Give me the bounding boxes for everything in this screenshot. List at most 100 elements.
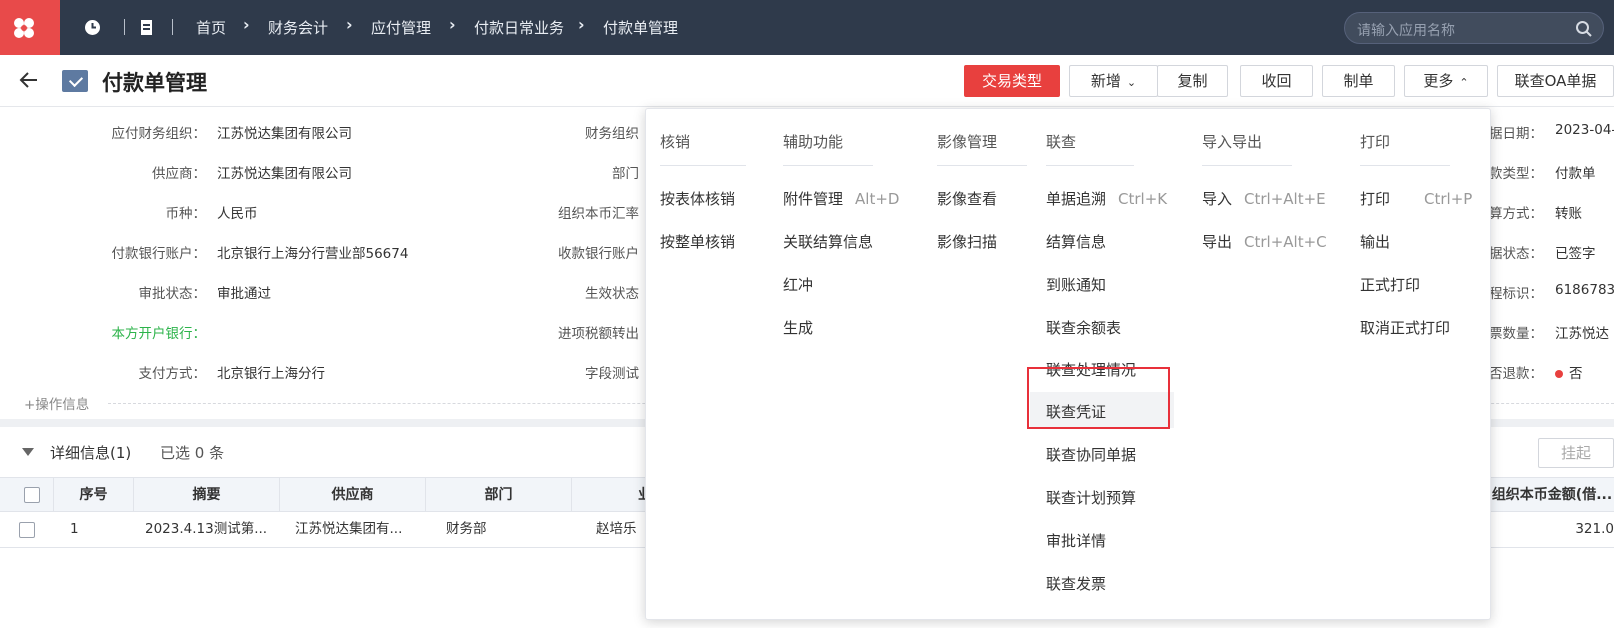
menu-item-label: 单据追溯 [1046, 190, 1107, 208]
row-person: 赵培乐 [596, 521, 637, 537]
breadcrumb-arrow-icon: › [449, 15, 456, 34]
menu-shortcut: Alt+D [855, 190, 900, 208]
search-icon[interactable] [1575, 20, 1593, 38]
detail-section-title[interactable]: 详细信息(1) [50, 442, 131, 463]
menu-item-cancel-formal-print[interactable]: 取消正式打印 [1360, 317, 1450, 338]
trade-type-button[interactable]: 交易类型 [964, 65, 1060, 97]
form-value[interactable]: 江苏悦达集团有限公司 [217, 122, 352, 142]
menu-item-settlement-info[interactable]: 结算信息 [1046, 231, 1106, 252]
form-value[interactable]: 61867838 [1555, 282, 1614, 298]
collapse-triangle-icon[interactable] [22, 448, 34, 456]
form-label: 审批状态： [138, 286, 207, 302]
retract-button[interactable]: 收回 [1240, 65, 1313, 97]
form-value[interactable]: 江苏悦达集团有限公司 [217, 162, 352, 182]
menu-group-title: 联查 [1046, 133, 1077, 151]
menu-divider [783, 165, 873, 166]
more-dropdown-button[interactable]: 更多 ⌃ [1404, 65, 1488, 97]
top-navigation-bar: 首页 › 财务会计 › 应付管理 › 付款日常业务 › 付款单管理 请输入应用名… [0, 0, 1614, 55]
form-value[interactable]: 北京银行上海分行营业部56674 [217, 242, 408, 262]
more-dropdown-menu: 核销 按表体核销 按整单核销 辅助功能 附件管理 Alt+D 关联结算信息 红冲 … [645, 108, 1491, 620]
row-summary: 2023.4.13测试第... [145, 521, 268, 537]
app-search-placeholder: 请输入应用名称 [1357, 23, 1455, 39]
menu-group-title: 打印 [1360, 133, 1391, 151]
menu-item-verify-whole[interactable]: 按整单核销 [660, 231, 735, 252]
menu-item-generate[interactable]: 生成 [783, 317, 813, 338]
add-dropdown-button[interactable]: 新增 ⌄ [1069, 65, 1158, 97]
breadcrumb-current[interactable]: 付款单管理 [603, 17, 678, 38]
menu-item-output[interactable]: 输出 [1360, 231, 1390, 252]
column-header[interactable]: 组织本币金额(借... [1490, 478, 1614, 512]
menu-item-image-scan[interactable]: 影像扫描 [937, 231, 997, 252]
breadcrumb-finance[interactable]: 财务会计 [268, 17, 328, 38]
menu-shortcut: Ctrl+Alt+C [1244, 233, 1327, 251]
form-value[interactable]: 付款单 [1555, 162, 1596, 182]
breadcrumb-daily-payment[interactable]: 付款日常业务 [474, 17, 564, 38]
breadcrumb-arrow-icon: › [578, 15, 585, 34]
form-value[interactable]: 2023-04- [1555, 122, 1614, 138]
operation-info-toggle[interactable]: +操作信息 [24, 393, 89, 413]
menu-item-invoice[interactable]: 联查发票 [1046, 573, 1106, 594]
menu-item-verify-by-body[interactable]: 按表体核销 [660, 188, 735, 209]
form-label: 生效状态 [585, 286, 639, 302]
menu-item-settlement-link[interactable]: 关联结算信息 [783, 231, 873, 252]
refund-radio[interactable]: 否 [1555, 362, 1583, 382]
form-label: 组织本币汇率 [558, 206, 639, 222]
menu-item-collab-doc[interactable]: 联查协同单据 [1046, 444, 1136, 465]
form-value[interactable]: 人民币 [217, 202, 258, 222]
breadcrumb-home[interactable]: 首页 [196, 17, 226, 38]
form-label: 应付财务组织： [111, 126, 207, 142]
form-label: 款类型： [1489, 166, 1543, 182]
form-value[interactable]: 转账 [1555, 202, 1582, 222]
menu-item-red-reverse[interactable]: 红冲 [783, 274, 813, 295]
breadcrumb-payables[interactable]: 应付管理 [371, 17, 431, 38]
page-header: 付款单管理 交易类型 新增 ⌄ 复制 收回 制单 更多 ⌃ 联查OA单据 [0, 55, 1614, 107]
row-supplier: 江苏悦达集团有... [295, 521, 403, 537]
make-voucher-button[interactable]: 制单 [1322, 65, 1395, 97]
form-label: 字段测试 [585, 366, 639, 382]
menu-item-trace[interactable]: 单据追溯 Ctrl+K [1046, 188, 1167, 209]
menu-item-plan-budget[interactable]: 联查计划预算 [1046, 487, 1136, 508]
oa-lookup-button[interactable]: 联查OA单据 [1497, 65, 1614, 97]
column-header[interactable]: 序号 [54, 478, 134, 512]
form-label-required: 本方开户银行： [111, 326, 207, 342]
form-label: 币种： [165, 206, 207, 222]
back-arrow-icon[interactable] [18, 69, 40, 91]
select-all-checkbox[interactable] [24, 487, 40, 503]
copy-button[interactable]: 复制 [1157, 65, 1228, 97]
menu-item-arrival-notice[interactable]: 到账通知 [1046, 274, 1106, 295]
menu-item-print[interactable]: 打印 Ctrl+P [1360, 188, 1472, 209]
menu-item-approval-detail[interactable]: 审批详情 [1046, 530, 1106, 551]
row-checkbox[interactable] [19, 522, 35, 538]
page-type-icon [62, 70, 88, 92]
row-dept: 财务部 [446, 521, 487, 537]
document-icon[interactable] [140, 19, 155, 36]
menu-item-formal-print[interactable]: 正式打印 [1360, 274, 1420, 295]
form-value[interactable]: 审批通过 [217, 282, 271, 302]
column-header[interactable]: 供应商 [280, 478, 426, 512]
menu-divider [1046, 165, 1134, 166]
menu-item-label: 打印 [1360, 190, 1391, 208]
column-header[interactable]: 摘要 [134, 478, 280, 512]
app-search-input[interactable]: 请输入应用名称 [1344, 12, 1604, 44]
hang-button[interactable]: 挂起 [1538, 438, 1614, 468]
menu-divider [660, 165, 746, 166]
form-value[interactable]: 江苏悦达 [1555, 322, 1609, 342]
clock-icon[interactable] [84, 19, 101, 36]
menu-item-export[interactable]: 导出 Ctrl+Alt+C [1202, 231, 1327, 252]
menu-item-import[interactable]: 导入 Ctrl+Alt+E [1202, 188, 1326, 209]
chevron-up-icon: ⌃ [1459, 76, 1469, 89]
form-value[interactable]: 已签字 [1555, 242, 1596, 262]
app-logo[interactable] [0, 0, 60, 55]
menu-group-title: 核销 [660, 133, 691, 151]
menu-item-attachments[interactable]: 附件管理 Alt+D [783, 188, 899, 209]
breadcrumb-arrow-icon: › [346, 15, 353, 34]
radio-dot-icon [1555, 370, 1563, 378]
clover-logo-icon [14, 18, 34, 38]
menu-item-image-view[interactable]: 影像查看 [937, 188, 997, 209]
form-label: 算方式： [1489, 206, 1543, 222]
menu-group-title: 影像管理 [937, 133, 998, 151]
column-header[interactable]: 部门 [426, 478, 572, 512]
form-label: 支付方式： [138, 366, 207, 382]
form-value[interactable]: 北京银行上海分行 [217, 362, 325, 382]
menu-item-balance-sheet[interactable]: 联查余额表 [1046, 317, 1121, 338]
